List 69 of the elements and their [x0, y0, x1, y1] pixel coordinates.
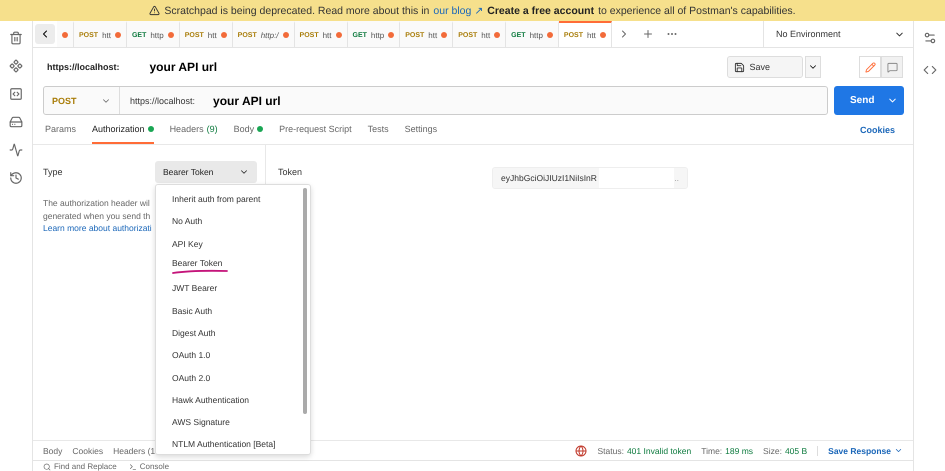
warning-icon — [149, 5, 160, 16]
plus-icon — [642, 28, 654, 40]
banner-text: to experience all of Postman's capabilities. — [598, 4, 796, 16]
request-section-tab[interactable]: Headers (9) — [170, 115, 218, 144]
request-section-tab[interactable]: Tests — [368, 115, 389, 144]
menu-item[interactable]: Digest Auth — [156, 322, 310, 344]
terminal-icon — [128, 463, 137, 471]
menu-item[interactable]: Basic Auth — [156, 299, 310, 322]
request-section-tab[interactable]: Params — [45, 115, 76, 144]
menu-item[interactable]: Bearer Token — [156, 254, 310, 278]
menu-item[interactable]: Hawk Authentication — [156, 388, 310, 411]
nodes-icon[interactable] — [9, 59, 23, 73]
save-icon — [734, 62, 746, 72]
menu-item[interactable]: NTLM Authentication [Beta] — [156, 433, 310, 454]
token-field[interactable]: eyJhbGciOiJIUzI1NiIsInR .. — [492, 167, 688, 189]
caret-icon — [894, 446, 903, 455]
menu-item[interactable]: OAuth 2.0 — [156, 366, 310, 389]
help-text: generated when you send th — [43, 210, 152, 223]
code-icon[interactable] — [922, 63, 936, 77]
menu-item[interactable]: JWT Bearer — [156, 277, 310, 300]
annotation-text: your API url — [213, 94, 281, 108]
create-account-link[interactable]: Create a free account — [487, 4, 594, 16]
blog-link[interactable]: our blog ↗ — [433, 4, 484, 17]
save-response-button[interactable]: Save Response — [817, 446, 903, 456]
request-section-tab[interactable]: Pre-request Script — [279, 115, 352, 144]
menu-item[interactable]: AWS Signature — [156, 410, 310, 434]
banner-text: Scratchpad is being deprecated. Read more about this in — [164, 4, 430, 16]
response-tab[interactable]: Cookies — [72, 446, 104, 456]
console-button[interactable]: Console — [128, 462, 170, 471]
menu-item[interactable]: OAuth 1.0 — [156, 344, 310, 366]
find-replace-button[interactable]: Find and Replace — [43, 462, 117, 471]
edit-button[interactable] — [859, 56, 881, 78]
pulse-icon[interactable] — [9, 143, 23, 157]
auth-type-select[interactable]: Bearer Token — [155, 161, 257, 183]
response-tab[interactable]: Body — [43, 446, 62, 456]
menu-item[interactable]: No Auth — [156, 210, 310, 233]
menu-item[interactable]: Inherit auth from parent — [156, 188, 310, 210]
learn-more-link[interactable]: Learn more about authorizati — [43, 223, 158, 233]
status-text: Status: 401 Invalid token — [597, 446, 692, 456]
environment-select[interactable]: No Environment — [763, 21, 913, 47]
size-text: Size: 405 B — [763, 446, 808, 456]
save-button[interactable]: Save — [727, 56, 803, 78]
annotation-text: your API url — [150, 60, 218, 74]
search-icon — [43, 463, 51, 471]
method-select[interactable]: POST — [44, 87, 120, 114]
time-text: Time: 189 ms — [701, 446, 754, 456]
cookies-link[interactable]: Cookies — [860, 115, 895, 144]
send-button[interactable]: Send — [834, 86, 904, 115]
globe-icon — [575, 444, 588, 456]
comment-icon — [886, 62, 898, 72]
request-section-tab[interactable]: Authorization — [92, 115, 154, 144]
token-label: Token — [278, 167, 302, 177]
help-text: The authorization header wil — [43, 197, 151, 210]
menu-item[interactable]: API Key — [156, 232, 310, 255]
url-text: https://localhost: — [130, 96, 196, 106]
trash-icon[interactable] — [9, 31, 23, 45]
comment-button[interactable] — [881, 56, 903, 78]
settings-icon[interactable] — [922, 31, 936, 45]
drive-icon[interactable] — [9, 115, 23, 129]
request-section-tab[interactable]: Body — [234, 115, 264, 144]
type-label: Type — [43, 167, 63, 177]
pencil-icon — [864, 62, 876, 72]
back-button[interactable] — [35, 24, 55, 44]
request-name: https://localhost: — [47, 62, 120, 72]
request-section-tab[interactable]: Settings — [404, 115, 438, 144]
square-icon[interactable] — [9, 87, 23, 101]
scrollbar-thumb[interactable] — [303, 188, 307, 414]
history-icon[interactable] — [9, 171, 23, 185]
response-tab[interactable]: Headers (1 — [113, 446, 156, 456]
